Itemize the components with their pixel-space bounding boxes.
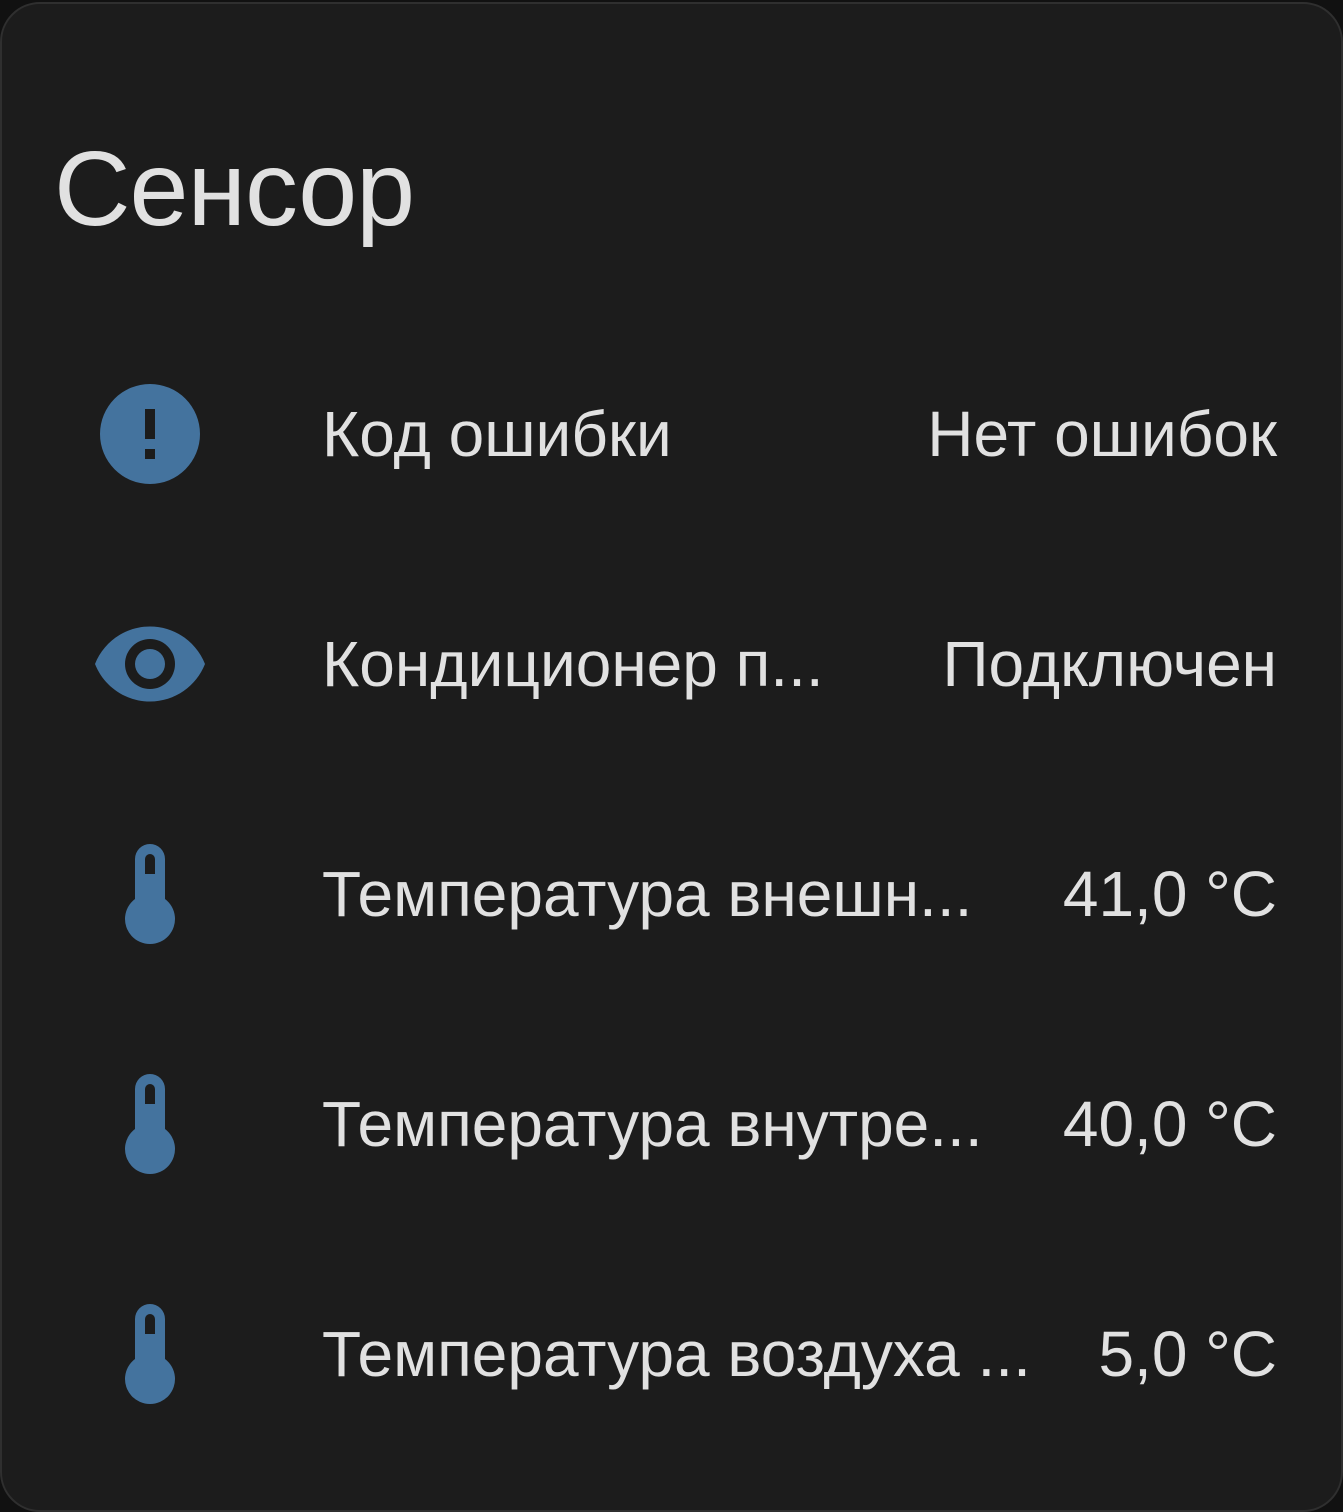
entity-row-indoor-temperature[interactable]: Температура внутре... 40,0 °C [2, 1009, 1343, 1239]
entity-state: Нет ошибок [927, 398, 1277, 470]
entity-row-error-code[interactable]: Код ошибки Нет ошибок [2, 319, 1343, 549]
entity-name: Температура внутре... [322, 1088, 983, 1160]
entity-name: Температура воздуха ... [322, 1318, 1031, 1390]
eye-icon [90, 604, 210, 724]
entity-name: Температура внешн... [322, 858, 973, 930]
entity-name: Кондиционер п... [322, 628, 824, 700]
entity-list: Код ошибки Нет ошибок Кондиционер п... П… [2, 319, 1343, 1469]
entity-row-air-temperature[interactable]: Температура воздуха ... 5,0 °C [2, 1239, 1343, 1469]
entity-row-connection[interactable]: Кондиционер п... Подключен [2, 549, 1343, 779]
alert-circle-icon [90, 374, 210, 494]
thermometer-icon [90, 834, 210, 954]
entity-state: 40,0 °C [1062, 1088, 1277, 1160]
thermometer-icon [90, 1294, 210, 1414]
entity-state: 41,0 °C [1062, 858, 1277, 930]
entity-row-outdoor-temperature[interactable]: Температура внешн... 41,0 °C [2, 779, 1343, 1009]
entity-name: Код ошибки [322, 398, 672, 470]
sensor-card: Сенсор Код ошибки Нет ошибок Кондиционер… [0, 2, 1343, 1512]
thermometer-icon [90, 1064, 210, 1184]
card-title: Сенсор [54, 130, 415, 248]
entity-state: Подключен [942, 628, 1277, 700]
entity-state: 5,0 °C [1098, 1318, 1277, 1390]
